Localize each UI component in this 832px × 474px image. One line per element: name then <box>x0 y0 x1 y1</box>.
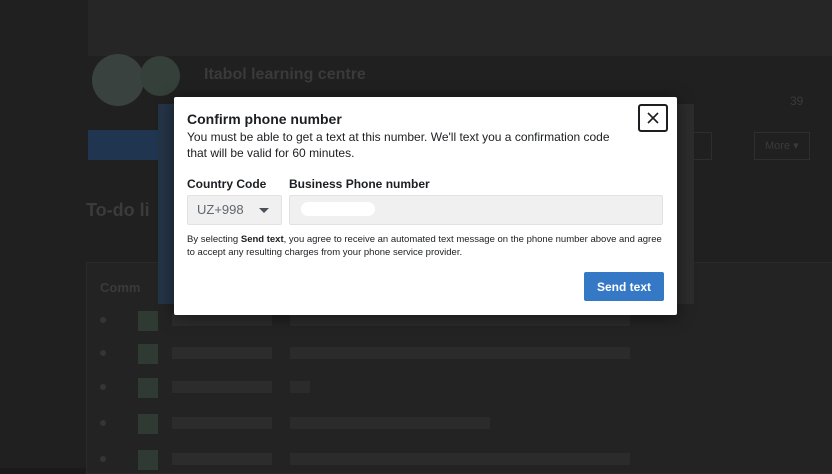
row-name <box>172 417 272 429</box>
avatar <box>138 344 158 364</box>
close-icon <box>647 112 659 124</box>
redacted-phone-number <box>301 202 375 216</box>
consent-text: By selecting Send text, you agree to rec… <box>187 233 665 259</box>
list-item[interactable] <box>100 378 660 398</box>
consent-bold: Send text <box>240 234 284 245</box>
country-code-label: Country Code <box>187 177 267 191</box>
close-button[interactable] <box>638 104 668 132</box>
avatar <box>138 450 158 470</box>
dialog-title: Confirm phone number <box>187 111 342 127</box>
dialog-description: You must be able to get a text at this n… <box>187 130 610 160</box>
row-message <box>290 314 630 326</box>
avatar <box>138 311 158 331</box>
section-heading: To-do li <box>86 200 150 220</box>
bullet-icon <box>100 420 106 426</box>
bullet-icon <box>100 456 106 462</box>
bullet-icon <box>100 384 106 390</box>
country-code-value: UZ+998 <box>197 202 244 217</box>
row-message <box>290 381 310 393</box>
row-message <box>290 453 630 465</box>
top-bar <box>88 0 832 56</box>
avatar <box>138 378 158 398</box>
underlay-panel-edge-right <box>676 104 694 304</box>
row-name <box>172 347 272 359</box>
row-name <box>172 453 272 465</box>
row-message <box>290 347 630 359</box>
row-message <box>290 417 490 429</box>
bullet-icon <box>100 317 106 323</box>
bullet-icon <box>100 350 106 356</box>
confirm-phone-dialog: Confirm phone number You must be able to… <box>174 97 677 315</box>
page-stat-count: 39 <box>790 94 804 108</box>
consent-prefix: By selecting <box>187 234 241 245</box>
page-logo-secondary <box>140 56 180 96</box>
list-item[interactable] <box>100 344 660 364</box>
phone-label: Business Phone number <box>289 177 430 191</box>
page-logo <box>92 54 144 106</box>
row-name <box>172 314 272 326</box>
chevron-down-icon <box>259 208 269 213</box>
avatar <box>138 414 158 434</box>
tab-active[interactable] <box>88 130 168 160</box>
page-title: Itabol learning centre <box>204 66 366 83</box>
country-code-select[interactable]: UZ+998 <box>187 195 282 225</box>
tab-more[interactable]: More ▾ <box>754 132 810 160</box>
list-item[interactable] <box>100 450 660 470</box>
panel-heading: Comm <box>100 280 141 295</box>
list-item[interactable] <box>100 414 660 434</box>
send-text-button[interactable]: Send text <box>584 272 664 301</box>
row-name <box>172 381 272 393</box>
